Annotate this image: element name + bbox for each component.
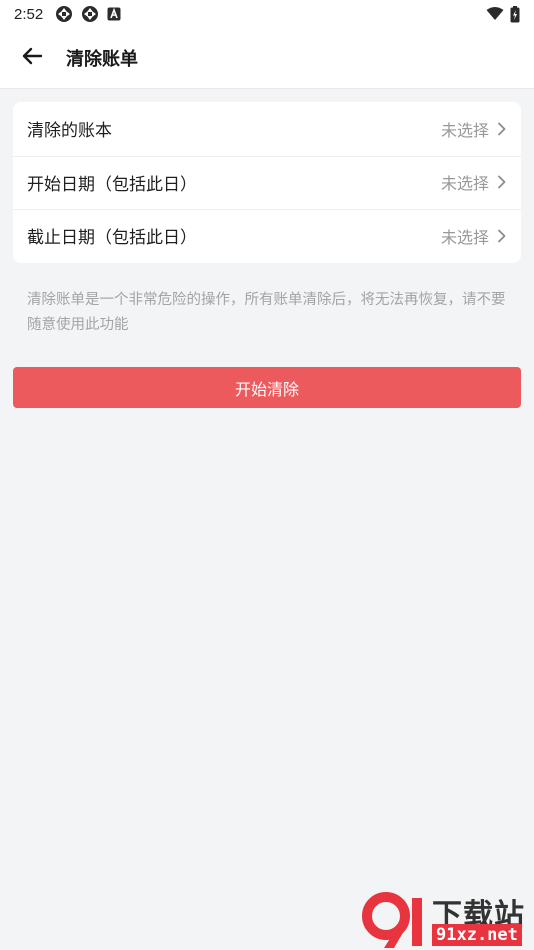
aperture-icon [55,5,73,23]
aperture-icon [81,5,99,23]
watermark-logo-icon [362,892,428,950]
row-label: 清除的账本 [27,121,112,142]
arrow-left-icon [21,45,43,71]
status-bar: 2:52 [0,0,534,28]
wifi-icon [486,7,504,21]
row-end-date[interactable]: 截止日期（包括此日） 未选择 [13,209,521,263]
row-ledger[interactable]: 清除的账本 未选择 [13,102,521,156]
warning-hint: 清除账单是一个非常危险的操作，所有账单清除后，将无法再恢复，请不要随意使用此功能 [27,292,506,333]
status-left: 2:52 [14,5,121,23]
chevron-right-icon [497,175,507,189]
page-title: 清除账单 [66,49,138,70]
a-box-icon [107,7,121,21]
row-label: 截止日期（包括此日） [27,228,197,249]
chevron-right-icon [497,229,507,243]
watermark: 下载站 91xz.net [362,888,534,950]
row-value: 未选择 [440,174,489,194]
status-right [486,5,520,23]
battery-charging-icon [510,5,520,23]
start-clear-button[interactable]: 开始清除 [13,367,521,408]
chevron-right-icon [497,122,507,136]
app-bar: 清除账单 [0,28,534,89]
row-start-date[interactable]: 开始日期（包括此日） 未选择 [13,155,521,210]
row-value: 未选择 [440,120,489,140]
watermark-site: 91xz.net [432,924,522,946]
settings-card: 清除的账本 未选择 开始日期（包括此日） 未选择 截止日期（包括此日） 未选择 [13,102,521,263]
row-value: 未选择 [440,227,489,247]
status-time: 2:52 [14,5,44,23]
back-button[interactable] [16,42,48,74]
row-label: 开始日期（包括此日） [27,174,197,195]
